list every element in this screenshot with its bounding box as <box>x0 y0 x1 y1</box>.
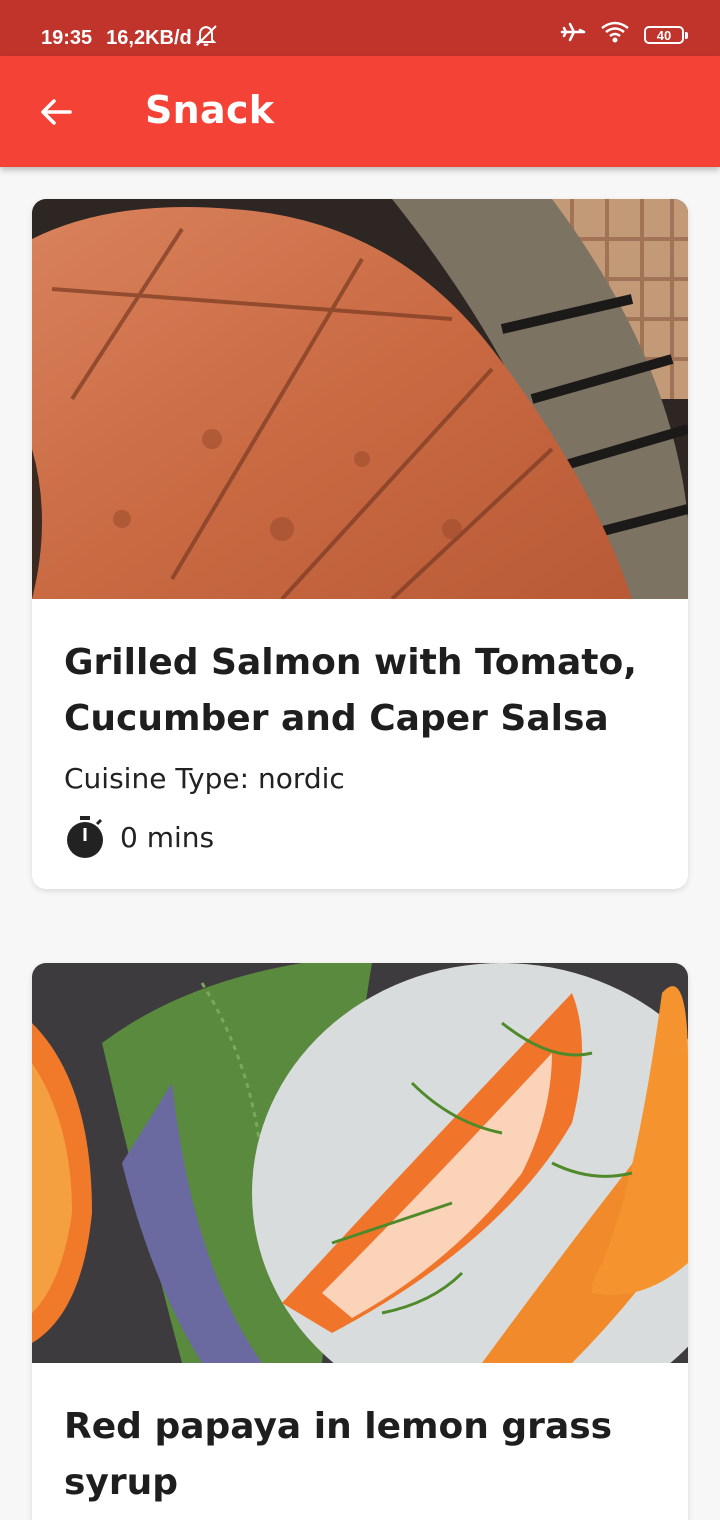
network-speed: 16,2KB/d <box>106 26 192 49</box>
prep-time: 0 mins <box>64 815 656 859</box>
time-value: 0 mins <box>120 820 215 854</box>
grilled-salmon-photo <box>32 199 688 599</box>
battery-icon: 40 <box>644 26 688 44</box>
airplane-icon <box>560 20 586 50</box>
back-button[interactable] <box>26 82 86 142</box>
arrow-back-icon <box>41 99 72 125</box>
recipe-title: Grilled Salmon with Tomato, Cucumber and… <box>64 642 637 739</box>
cuisine-type: Cuisine Type: nordic <box>64 762 345 795</box>
timer-icon <box>67 816 103 858</box>
recipe-card-body: Grilled Salmon with Tomato, Cucumber and… <box>32 599 688 889</box>
wifi-icon <box>600 20 630 50</box>
papaya-photo <box>32 963 688 1363</box>
recipe-title: Red papaya in lemon grass syrup <box>64 1406 613 1503</box>
status-bar: 19:35 16,2KB/d 40 <box>0 0 720 56</box>
status-right: 40 <box>560 20 688 50</box>
recipe-card[interactable]: Red papaya in lemon grass syrup <box>32 963 688 1520</box>
status-left: 19:35 16,2KB/d <box>41 23 220 53</box>
mute-icon <box>194 23 220 53</box>
page-title: Snack <box>145 88 275 132</box>
recipe-list[interactable]: Grilled Salmon with Tomato, Cucumber and… <box>0 167 720 1520</box>
recipe-card[interactable]: Grilled Salmon with Tomato, Cucumber and… <box>32 199 688 889</box>
recipe-card-body: Red papaya in lemon grass syrup <box>32 1363 688 1520</box>
battery-level: 40 <box>656 27 672 43</box>
app-bar: Snack <box>0 56 720 167</box>
status-time: 19:35 <box>41 26 93 49</box>
